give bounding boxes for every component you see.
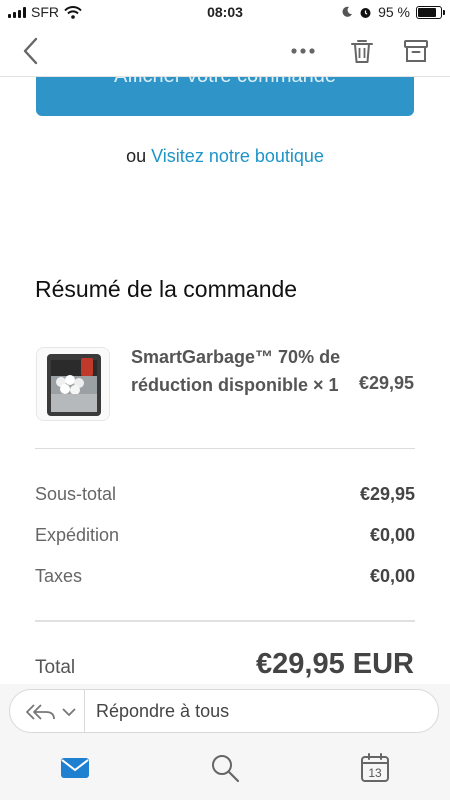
subtotal-label: Sous-total — [35, 484, 117, 504]
or-text: ou — [126, 146, 147, 166]
battery-icon — [416, 5, 445, 19]
mail-icon — [61, 758, 89, 778]
visit-shop-link[interactable]: Visitez notre boutique — [151, 146, 324, 166]
subtotal-row: Sous-total €29,95 — [35, 484, 415, 510]
reply-pill — [9, 689, 439, 733]
reply-options-button[interactable] — [24, 701, 80, 723]
calendar-icon: 13 — [361, 753, 389, 782]
delete-button[interactable] — [347, 36, 377, 66]
calendar-day: 13 — [368, 766, 382, 780]
search-icon — [212, 755, 240, 783]
shipping-value: €0,00 — [369, 525, 415, 545]
email-body[interactable]: Afficher votre commande ou Visitez notre… — [0, 0, 450, 686]
shipping-label: Expédition — [35, 525, 120, 545]
taxes-value: €0,00 — [369, 566, 415, 586]
back-button[interactable] — [18, 36, 44, 66]
total-label: Total — [35, 657, 76, 678]
taxes-row: Taxes €0,00 — [35, 566, 415, 592]
reply-separator — [84, 690, 85, 732]
reply-all-input[interactable] — [96, 698, 416, 724]
tab-calendar[interactable]: 13 — [359, 752, 391, 784]
divider — [35, 448, 415, 449]
status-bar: SFR 08:03 95 % — [0, 0, 450, 26]
battery-percent: 95 % — [378, 4, 410, 20]
subtotal-value: €29,95 — [359, 484, 415, 504]
trash-icon — [351, 40, 373, 63]
reply-all-icon — [26, 704, 76, 720]
order-summary-title: Résumé de la commande — [35, 276, 298, 302]
archive-icon — [404, 40, 428, 62]
reply-bar — [0, 684, 450, 740]
tab-mail[interactable] — [59, 752, 91, 784]
shipping-row: Expédition €0,00 — [35, 525, 415, 551]
tab-search[interactable] — [209, 752, 241, 784]
chevron-left-icon — [23, 37, 38, 65]
divider — [35, 620, 415, 622]
product-image — [36, 347, 110, 421]
total-value: €29,95 EUR — [256, 648, 414, 680]
product-price: €29,95 — [358, 373, 414, 393]
mail-toolbar — [0, 26, 450, 77]
taxes-label: Taxes — [35, 566, 83, 586]
status-right: 95 % — [341, 4, 445, 20]
more-dots-icon — [291, 48, 315, 54]
alarm-icon — [360, 7, 371, 18]
tab-bar: 13 — [0, 740, 450, 800]
moon-icon — [342, 6, 353, 17]
shop-line: ou Visitez notre boutique — [0, 146, 450, 167]
product-name: SmartGarbage™ 70% de réduction disponibl… — [131, 347, 341, 395]
more-button[interactable] — [288, 36, 318, 66]
archive-button[interactable] — [401, 36, 431, 66]
